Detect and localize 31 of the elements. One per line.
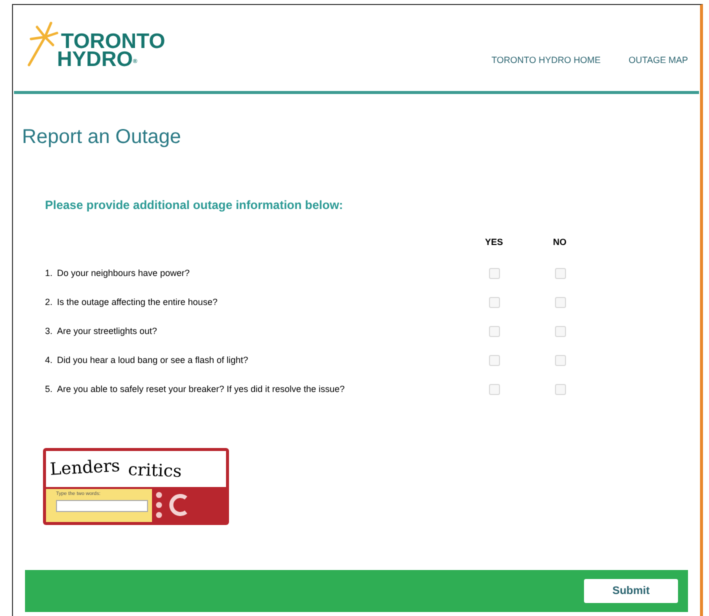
checkbox[interactable]	[555, 355, 566, 366]
checkbox[interactable]	[555, 297, 566, 308]
question-number: 1.	[45, 266, 54, 280]
question-number: 3.	[45, 324, 54, 338]
page-title: Report an Outage	[21, 125, 182, 150]
captcha-word: Lenders	[49, 454, 121, 482]
question-number: 4.	[45, 354, 54, 367]
checkbox[interactable]	[489, 355, 500, 366]
question-text: Do your neighbours have power?	[57, 266, 191, 280]
submit-button[interactable]: Submit	[584, 579, 678, 603]
checkbox[interactable]	[489, 384, 500, 395]
question-text: Are you able to safely reset your breaker? If yes did it resolve the issue?	[57, 382, 346, 396]
checkbox[interactable]	[555, 268, 566, 279]
nav-link[interactable]: OUTAGE MAP	[628, 54, 688, 67]
checkbox[interactable]	[489, 268, 500, 279]
nav-link[interactable]: TORONTO HYDRO HOME	[491, 54, 601, 67]
sunburst-icon	[25, 19, 59, 69]
question-number: 5.	[45, 382, 54, 396]
checkbox[interactable]	[555, 384, 566, 395]
checkbox[interactable]	[489, 326, 500, 337]
checkbox[interactable]	[555, 326, 566, 337]
column-header: NO	[553, 236, 568, 249]
question-text: Are your streetlights out?	[57, 324, 158, 338]
captcha-input[interactable]	[56, 500, 148, 512]
form-heading: Please provide additional outage information below:	[45, 197, 344, 214]
captcha-word: critics	[128, 458, 182, 484]
checkbox[interactable]	[489, 297, 500, 308]
question-text: Did you hear a loud bang or see a flash of light?	[57, 354, 250, 367]
question-number: 2.	[45, 296, 54, 309]
question-text: Is the outage affecting the entire house?	[57, 296, 218, 309]
column-header: YES	[485, 236, 504, 249]
